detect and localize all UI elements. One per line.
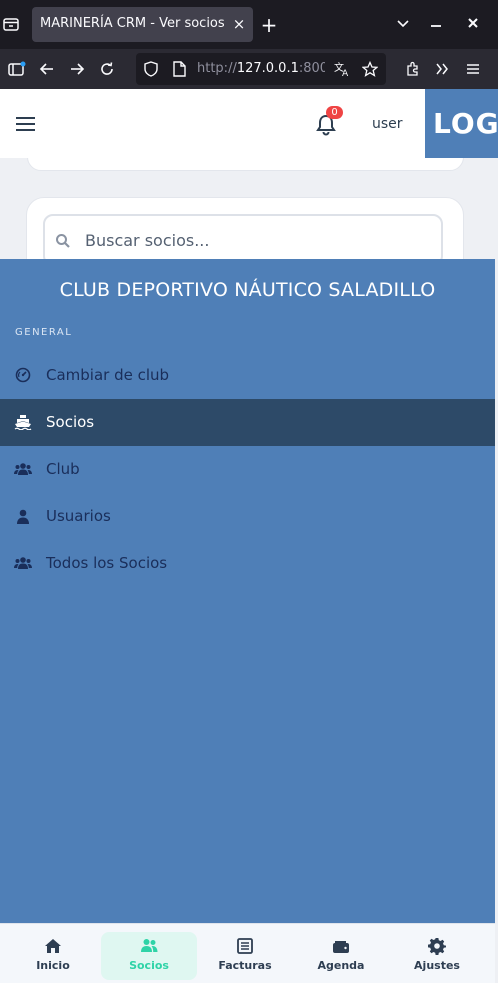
browser-window: MARINERÍA CRM - Ver socios × + http://12…: [0, 0, 498, 983]
url-text: http://127.0.0.1:8000: [197, 61, 325, 76]
close-tab-icon[interactable]: ×: [230, 15, 248, 33]
wallet-icon: [333, 941, 349, 953]
sidebar-item-label: Usuarios: [46, 507, 111, 525]
tab-title: MARINERÍA CRM - Ver socios: [40, 16, 225, 31]
user-icon: [14, 507, 32, 525]
dashboard-gauge-icon: [14, 366, 32, 384]
address-bar[interactable]: http://127.0.0.1:8000 文A: [136, 53, 386, 85]
logo-text: LOGO: [433, 107, 498, 140]
bottom-nav-ajustes[interactable]: Ajustes: [389, 932, 485, 980]
chevron-down-icon[interactable]: [392, 14, 414, 36]
invoice-icon: [237, 938, 253, 954]
bottom-nav-label: Ajustes: [414, 959, 460, 972]
bottom-nav-socios[interactable]: Socios: [101, 932, 197, 980]
bottom-nav: Inicio Socios Facturas Agenda Ajustes: [0, 923, 495, 983]
sidebar-item-label: Cambiar de club: [46, 366, 170, 384]
club-name: CLUB DEPORTIVO NÁUTICO SALADILLO: [59, 279, 436, 301]
gear-icon: [428, 938, 446, 955]
reload-icon[interactable]: [96, 58, 118, 80]
bottom-nav-facturas[interactable]: Facturas: [197, 932, 293, 980]
user-menu[interactable]: user: [372, 116, 403, 132]
url-port: :8000: [298, 61, 325, 76]
extensions-icon[interactable]: [402, 58, 424, 80]
sidebar-item-cambiar-club[interactable]: Cambiar de club: [0, 352, 495, 399]
back-arrow-icon[interactable]: [36, 58, 58, 80]
url-host: 127.0.0.1: [236, 61, 299, 76]
forward-arrow-icon[interactable]: [66, 58, 88, 80]
bottom-nav-agenda[interactable]: Agenda: [293, 932, 389, 980]
search-icon: [56, 234, 70, 248]
svg-text:A: A: [342, 69, 349, 77]
sidebar-menu: CLUB DEPORTIVO NÁUTICO SALADILLO GENERAL…: [0, 259, 495, 923]
browser-tab[interactable]: MARINERÍA CRM - Ver socios ×: [32, 7, 253, 42]
sidebar-item-todos-socios[interactable]: Todos los Socios: [0, 540, 495, 587]
app-menu-icon[interactable]: [462, 58, 484, 80]
sidebar-item-socios[interactable]: Socios: [0, 399, 495, 446]
tab-list-icon[interactable]: [0, 11, 22, 37]
close-window-icon[interactable]: [462, 14, 484, 36]
tab-bar: MARINERÍA CRM - Ver socios × +: [0, 0, 498, 49]
home-icon: [45, 939, 61, 953]
sidebar-item-label: Socios: [46, 413, 95, 431]
ship-icon: [14, 413, 32, 431]
sidebar-toggle-icon[interactable]: [6, 58, 28, 80]
bottom-nav-label: Agenda: [317, 959, 365, 972]
shield-icon[interactable]: [140, 58, 162, 80]
url-scheme: http://: [197, 61, 237, 76]
new-tab-icon[interactable]: +: [258, 14, 280, 36]
bookmark-star-icon[interactable]: [359, 58, 381, 80]
bottom-nav-label: Facturas: [218, 959, 272, 972]
minimize-icon[interactable]: [425, 14, 447, 36]
overflow-chevrons-icon[interactable]: [431, 58, 453, 80]
logo[interactable]: LOGO: [425, 89, 498, 158]
page-content: 0 user LOGO CLUB DEPORTIVO NÁUTICO SALAD…: [0, 89, 498, 983]
app-header: 0 user LOGO: [0, 89, 498, 158]
page-info-icon[interactable]: [168, 58, 190, 80]
sidebar-item-label: Todos los Socios: [46, 554, 168, 572]
browser-toolbar: http://127.0.0.1:8000 文A: [0, 49, 498, 89]
hamburger-menu-icon[interactable]: [16, 117, 35, 131]
users-icon: [14, 460, 32, 478]
sidebar-item-club[interactable]: Club: [0, 446, 495, 493]
bottom-nav-label: Inicio: [36, 959, 70, 972]
notification-badge: 0: [326, 106, 343, 119]
bottom-nav-label: Socios: [129, 959, 169, 972]
bottom-nav-inicio[interactable]: Inicio: [5, 932, 101, 980]
section-label-general: GENERAL: [15, 327, 73, 338]
sidebar-item-label: Club: [46, 460, 80, 478]
users-icon: [141, 939, 158, 952]
sidebar-item-usuarios[interactable]: Usuarios: [0, 493, 495, 540]
users-icon: [14, 554, 32, 572]
search-input[interactable]: [85, 228, 425, 252]
translate-icon[interactable]: 文A: [331, 58, 353, 80]
